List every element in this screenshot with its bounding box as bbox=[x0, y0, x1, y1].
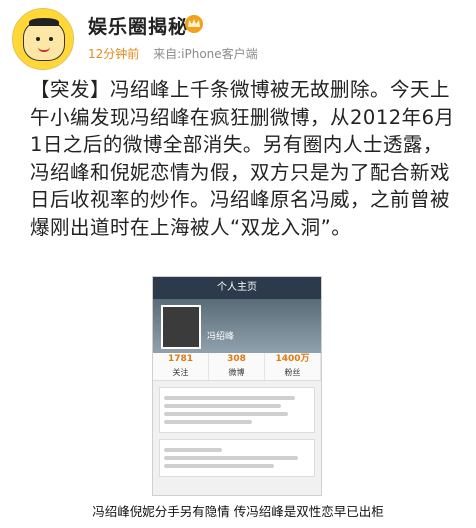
avatar-eye-right bbox=[49, 37, 53, 41]
post-meta: 12分钟前 来自:iPhone客户端 bbox=[88, 45, 258, 62]
stat-posts: 308 微博 bbox=[209, 353, 265, 380]
shot-stats: 1781 关注 308 微博 1400万粉丝 bbox=[153, 353, 321, 381]
stat-follow-label: 关注 bbox=[172, 368, 189, 377]
embedded-screenshot[interactable]: 个人主页 冯绍峰 1781 关注 308 微博 1400万粉丝 bbox=[152, 276, 322, 496]
shot-name: 冯绍峰 bbox=[207, 332, 235, 342]
stat-follow: 1781 关注 bbox=[153, 353, 209, 380]
placeholder-line bbox=[164, 404, 281, 408]
post-text: 【突发】冯绍峰上千条微博被无故删除。今天上午小编发现冯绍峰在疯狂删微博，从201… bbox=[30, 78, 455, 239]
shot-cover: 冯绍峰 bbox=[153, 299, 321, 353]
shot-info-box bbox=[159, 387, 315, 433]
stat-fans: 1400万粉丝 bbox=[265, 353, 321, 380]
username[interactable]: 娱乐圈揭秘 bbox=[88, 12, 188, 39]
avatar-hair bbox=[29, 18, 59, 26]
placeholder-line bbox=[164, 396, 296, 400]
crown-icon bbox=[185, 15, 203, 33]
stat-posts-value: 308 bbox=[227, 354, 246, 364]
shot-title: 个人主页 bbox=[153, 277, 321, 299]
placeholder-line bbox=[164, 464, 274, 468]
image-caption: 冯绍峰倪妮分手另有隐情 传冯绍峰是双性恋早已出柜 bbox=[0, 496, 476, 528]
placeholder-line bbox=[164, 456, 299, 460]
placeholder-line bbox=[164, 448, 223, 452]
shot-post-box bbox=[159, 439, 315, 477]
placeholder-line bbox=[164, 412, 289, 416]
avatar-face bbox=[23, 21, 65, 61]
shot-profile-photo bbox=[161, 305, 201, 349]
post-source: 来自:iPhone客户端 bbox=[153, 47, 258, 61]
post-time: 12分钟前 bbox=[88, 47, 140, 61]
avatar-eye-left bbox=[36, 37, 40, 41]
weibo-post-card: 娱乐圈揭秘 12分钟前 来自:iPhone客户端 【突发】冯绍峰上千条微博被无故… bbox=[0, 0, 476, 496]
stat-fans-value: 1400万 bbox=[275, 354, 310, 364]
stat-fans-label: 粉丝 bbox=[284, 368, 301, 377]
stat-follow-value: 1781 bbox=[167, 354, 194, 364]
stat-posts-label: 微博 bbox=[228, 368, 245, 377]
placeholder-line bbox=[164, 420, 252, 424]
user-avatar[interactable] bbox=[12, 8, 74, 70]
